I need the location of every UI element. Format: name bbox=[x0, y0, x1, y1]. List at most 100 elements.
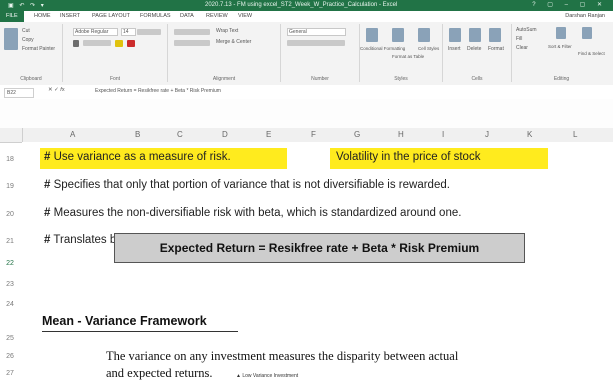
number-group: General Number bbox=[281, 24, 360, 82]
group-label-clipboard: Clipboard bbox=[20, 76, 42, 82]
row18-left-text: Use variance as a measure of risk. bbox=[53, 151, 231, 163]
styles-group: Conditional Formatting Format as Table C… bbox=[360, 24, 443, 82]
clear-button[interactable]: Clear bbox=[516, 45, 528, 51]
conditional-formatting-button[interactable]: Conditional Formatting bbox=[360, 46, 405, 51]
cut-button[interactable]: Cut bbox=[22, 28, 30, 34]
clipboard-group: Cut Copy Format Painter Clipboard bbox=[0, 24, 63, 82]
col-header-j[interactable]: J bbox=[485, 130, 489, 139]
row-header-18[interactable]: 18 bbox=[0, 156, 20, 163]
tab-file[interactable]: FILE bbox=[0, 11, 24, 22]
italic-underline-buttons[interactable] bbox=[83, 40, 111, 46]
cell-styles-icon[interactable] bbox=[418, 28, 430, 42]
col-header-i[interactable]: I bbox=[442, 130, 444, 139]
cell-styles-button[interactable]: Cell Styles bbox=[418, 46, 439, 51]
tab-data[interactable]: DATA bbox=[180, 13, 194, 19]
format-as-table-button[interactable]: Format as Table bbox=[392, 54, 424, 59]
col-header-d[interactable]: D bbox=[222, 130, 228, 139]
row20-statement: Measures the non-diversifiable risk with… bbox=[53, 207, 462, 219]
wrap-text-button[interactable]: Wrap Text bbox=[216, 28, 238, 34]
row-header-26[interactable]: 26 bbox=[0, 353, 20, 360]
selected-formula-cell[interactable]: Expected Return = Resikfree rate + Beta … bbox=[114, 233, 525, 263]
font-size-select[interactable]: 14 bbox=[121, 28, 136, 36]
delete-button[interactable]: Delete bbox=[467, 46, 481, 52]
tab-formulas[interactable]: FORMULAS bbox=[140, 13, 171, 19]
col-header-k[interactable]: K bbox=[527, 130, 532, 139]
col-header-g[interactable]: G bbox=[354, 130, 360, 139]
formula-input[interactable]: Expected Return = Resikfree rate + Beta … bbox=[95, 88, 221, 94]
format-painter-button[interactable]: Format Painter bbox=[22, 46, 55, 52]
heading-underline bbox=[42, 331, 238, 332]
group-label-styles: Styles bbox=[394, 76, 408, 82]
col-header-b[interactable]: B bbox=[135, 130, 140, 139]
col-header-l[interactable]: L bbox=[573, 130, 577, 139]
formula-bar: B22 ✕ ✓ fx Expected Return = Resikfree r… bbox=[0, 85, 613, 100]
user-name[interactable]: Darshan Ranjan bbox=[565, 13, 605, 19]
tab-home[interactable]: HOME bbox=[34, 13, 51, 19]
sort-filter-button[interactable]: Sort & Filter bbox=[548, 44, 572, 49]
bullet-hash: # bbox=[44, 207, 51, 219]
font-color-icon[interactable] bbox=[127, 40, 135, 47]
find-select-icon[interactable] bbox=[582, 27, 592, 39]
format-icon[interactable] bbox=[489, 28, 501, 42]
group-label-cells: Cells bbox=[471, 76, 483, 82]
ribbon: Cut Copy Format Painter Clipboard Adobe … bbox=[0, 22, 613, 86]
number-format-buttons[interactable] bbox=[287, 40, 345, 46]
sheet-top-area bbox=[0, 99, 613, 128]
col-header-c[interactable]: C bbox=[177, 130, 183, 139]
name-box[interactable]: B22 bbox=[4, 88, 34, 98]
fill-color-icon[interactable] bbox=[115, 40, 123, 47]
col-header-a[interactable]: A bbox=[70, 130, 75, 139]
row-header-22[interactable]: 22 bbox=[0, 260, 20, 267]
number-format-select[interactable]: General bbox=[287, 28, 346, 36]
insert-button[interactable]: Insert bbox=[448, 46, 461, 52]
quick-access-icons[interactable]: ▣ ↶ ↷ ▾ bbox=[8, 2, 46, 9]
chart-legend-low-variance: ▲ Low Variance Investment bbox=[236, 373, 298, 379]
paste-icon[interactable] bbox=[4, 28, 18, 50]
bold-button[interactable] bbox=[73, 40, 79, 47]
row-header-27[interactable]: 27 bbox=[0, 370, 20, 377]
row-header-20[interactable]: 20 bbox=[0, 211, 20, 218]
row-header-21[interactable]: 21 bbox=[0, 238, 20, 245]
row-header-25[interactable]: 25 bbox=[0, 335, 20, 342]
row-header-23[interactable]: 23 bbox=[0, 281, 20, 288]
col-header-f[interactable]: F bbox=[311, 130, 316, 139]
find-select-button[interactable]: Find & Select bbox=[578, 51, 605, 56]
variance-body-line1: The variance on any investment measures … bbox=[106, 349, 459, 363]
font-name-select[interactable]: Adobe Regular bbox=[73, 28, 118, 36]
align-top-buttons[interactable] bbox=[174, 29, 210, 35]
row18-right-text: Volatility in the price of stock bbox=[336, 151, 481, 163]
insert-icon[interactable] bbox=[449, 28, 461, 42]
row19-statement: Specifies that only that portion of vari… bbox=[53, 179, 450, 191]
col-header-e[interactable]: E bbox=[266, 130, 271, 139]
row-header-19[interactable]: 19 bbox=[0, 183, 20, 190]
fill-button[interactable]: Fill bbox=[516, 36, 522, 42]
merge-center-button[interactable]: Merge & Center bbox=[216, 39, 251, 45]
alignment-group: Wrap Text Merge & Center Alignment bbox=[168, 24, 281, 82]
row-header-24[interactable]: 24 bbox=[0, 301, 20, 308]
conditional-formatting-icon[interactable] bbox=[366, 28, 378, 42]
cells-group: Insert Delete Format Cells bbox=[443, 24, 512, 82]
row20-text: # Measures the non-diversifiable risk wi… bbox=[44, 207, 461, 219]
editing-group: AutoSum Fill Clear Sort & Filter Find & … bbox=[512, 24, 611, 82]
column-headers: A B C D E F G H I J K L bbox=[0, 128, 613, 143]
autosum-button[interactable]: AutoSum bbox=[516, 27, 537, 33]
font-size-buttons[interactable] bbox=[137, 29, 161, 35]
tab-insert[interactable]: INSERT bbox=[60, 13, 80, 19]
tab-view[interactable]: VIEW bbox=[238, 13, 252, 19]
variance-body-line2: and expected returns. bbox=[106, 366, 213, 380]
sort-filter-icon[interactable] bbox=[556, 27, 566, 39]
group-label-number: Number bbox=[311, 76, 329, 82]
fx-icon[interactable]: ✕ ✓ fx bbox=[48, 87, 65, 93]
col-header-h[interactable]: H bbox=[398, 130, 404, 139]
format-button[interactable]: Format bbox=[488, 46, 504, 52]
font-group: Adobe Regular 14 Font bbox=[63, 24, 168, 82]
format-as-table-icon[interactable] bbox=[392, 28, 404, 42]
select-all-corner[interactable] bbox=[0, 128, 23, 142]
tab-page-layout[interactable]: PAGE LAYOUT bbox=[92, 13, 130, 19]
copy-button[interactable]: Copy bbox=[22, 37, 34, 43]
tab-review[interactable]: REVIEW bbox=[206, 13, 228, 19]
mean-variance-heading: Mean - Variance Framework bbox=[42, 314, 207, 328]
align-left-buttons[interactable] bbox=[174, 40, 210, 46]
delete-icon[interactable] bbox=[469, 28, 481, 42]
window-controls[interactable]: ? ▢ – ▢ ✕ bbox=[532, 1, 607, 8]
